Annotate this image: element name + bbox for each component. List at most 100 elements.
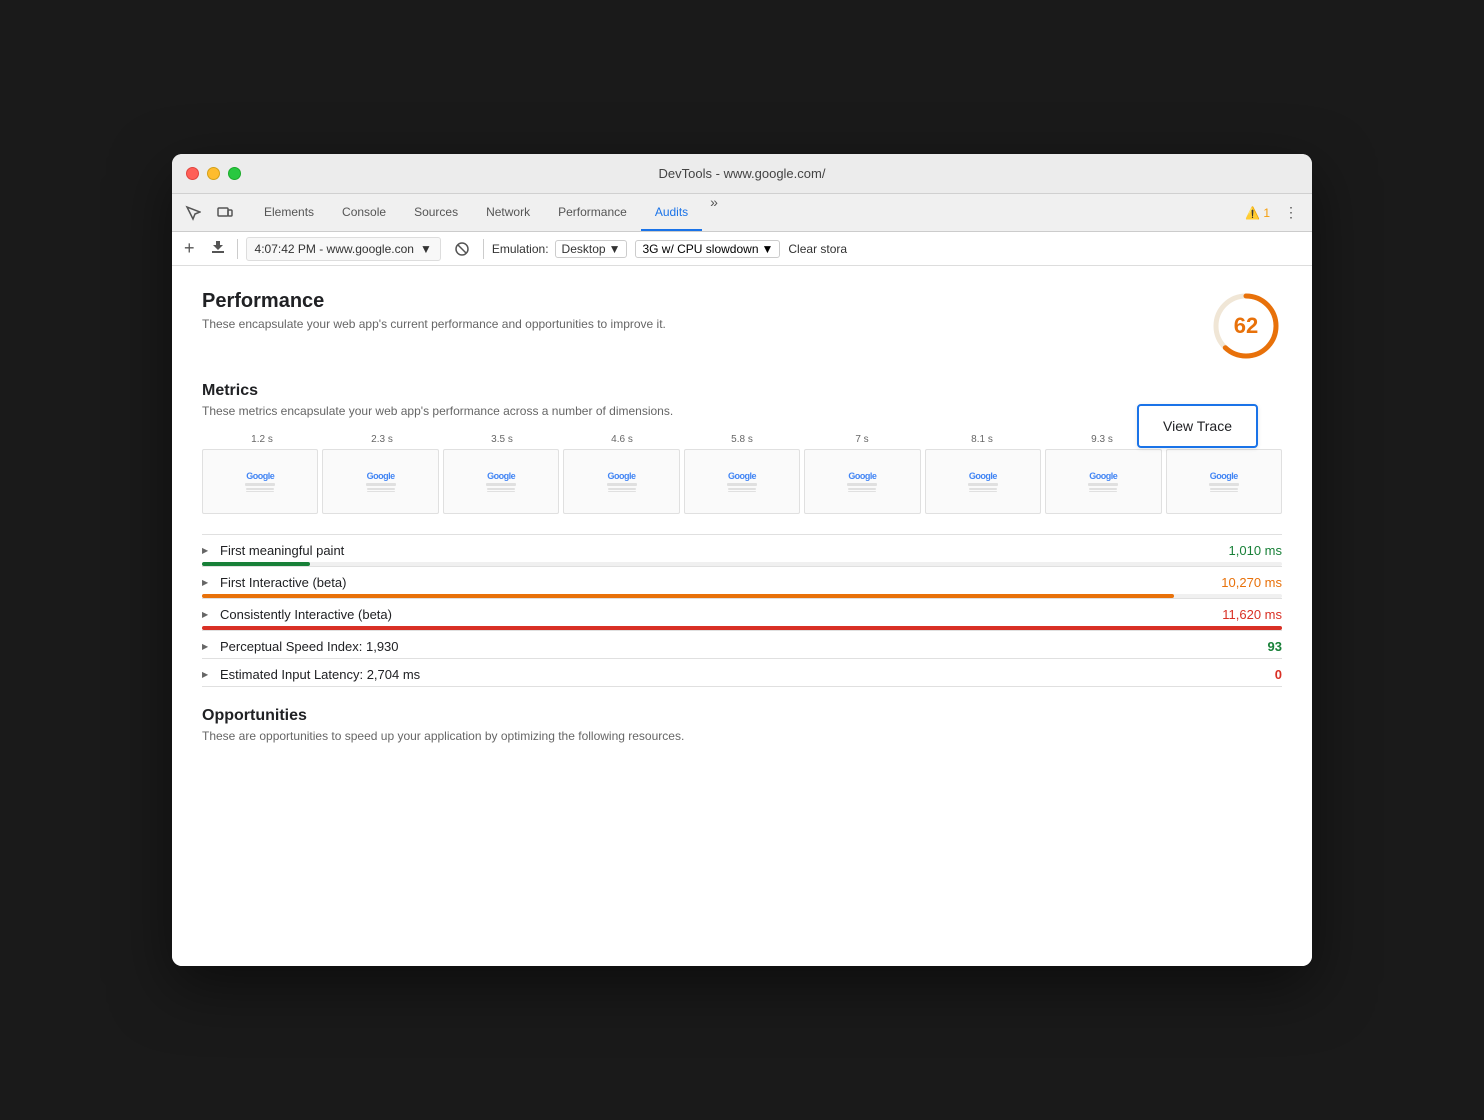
tabs-list: Elements Console Sources Network Perform… [250, 194, 1245, 231]
metric-first-interactive: ▶ First Interactive (beta) 10,270 ms [202, 567, 1282, 599]
frame-9: Google [1166, 449, 1282, 514]
metric-name-2: First Interactive (beta) [220, 575, 1213, 590]
frame-6: Google [804, 449, 920, 514]
devtools-tab-bar: Elements Console Sources Network Perform… [172, 194, 1312, 232]
emulation-section: Emulation: Desktop ▼ [492, 240, 628, 258]
metric-perceptual-speed: ▶ Perceptual Speed Index: 1,930 93 [202, 631, 1282, 659]
tab-elements[interactable]: Elements [250, 194, 328, 231]
titlebar: DevTools - www.google.com/ [172, 154, 1312, 194]
maximize-button[interactable] [228, 167, 241, 180]
metric-first-meaningful-paint: ▶ First meaningful paint 1,010 ms [202, 535, 1282, 567]
clear-storage-section: Clear stora [788, 242, 847, 256]
warning-badge: ⚠️ 1 [1245, 206, 1270, 220]
metric-expand-icon-2[interactable]: ▶ [202, 578, 212, 587]
metric-expand-icon-3[interactable]: ▶ [202, 610, 212, 619]
time-6: 7 s [802, 434, 922, 445]
opportunities-description: These are opportunities to speed up your… [202, 729, 1282, 743]
metric-name-3: Consistently Interactive (beta) [220, 607, 1214, 622]
metric-expand-icon-5[interactable]: ▶ [202, 670, 212, 679]
metric-value: 1,010 ms [1229, 543, 1282, 558]
toolbar-separator [237, 239, 238, 259]
performance-description: These encapsulate your web app's current… [202, 317, 666, 331]
metrics-list: ▶ First meaningful paint 1,010 ms ▶ Firs… [202, 534, 1282, 687]
metric-bar [202, 562, 1282, 566]
url-text: 4:07:42 PM - www.google.con [255, 242, 414, 256]
network-dropdown[interactable]: 3G w/ CPU slowdown ▼ [635, 240, 780, 258]
tab-audits[interactable]: Audits [641, 194, 702, 231]
device-dropdown[interactable]: Desktop ▼ [555, 240, 628, 258]
time-3: 3.5 s [442, 434, 562, 445]
add-button[interactable]: + [180, 236, 199, 261]
more-tabs-button[interactable]: » [702, 194, 726, 231]
time-7: 8.1 s [922, 434, 1042, 445]
block-icon[interactable] [449, 236, 475, 262]
metrics-title: Metrics [202, 382, 1282, 400]
tab-right-area: ⚠️ 1 ⋮ [1245, 200, 1304, 226]
metric-value-2: 10,270 ms [1221, 575, 1282, 590]
url-display[interactable]: 4:07:42 PM - www.google.con ▼ [246, 237, 441, 261]
performance-header: Performance These encapsulate your web a… [202, 290, 1282, 362]
frame-2: Google [322, 449, 438, 514]
bar-fill [202, 562, 310, 566]
devtools-window: DevTools - www.google.com/ Elements Cons… [172, 154, 1312, 966]
metrics-section: Metrics These metrics encapsulate your w… [202, 382, 1282, 687]
warning-count: 1 [1263, 206, 1270, 220]
metric-score-4: 93 [1252, 639, 1282, 654]
performance-title: Performance [202, 290, 666, 313]
metric-name-4: Perceptual Speed Index: 1,930 [220, 639, 1244, 654]
tab-network[interactable]: Network [472, 194, 544, 231]
tab-icons [180, 200, 238, 226]
score-circle: 62 [1210, 290, 1282, 362]
filmstrip: 1.2 s 2.3 s 3.5 s 4.6 s 5.8 s 7 s 8.1 s … [202, 434, 1282, 514]
frame-8: Google [1045, 449, 1161, 514]
clear-storage-text: Clear stora [788, 242, 847, 256]
filmstrip-times: 1.2 s 2.3 s 3.5 s 4.6 s 5.8 s 7 s 8.1 s … [202, 434, 1282, 445]
metric-bar-2 [202, 594, 1282, 598]
filmstrip-frames: Google Google [202, 449, 1282, 514]
performance-title-block: Performance These encapsulate your web a… [202, 290, 666, 331]
frame-7: Google [925, 449, 1041, 514]
toolbar: + 4:07:42 PM - www.google.con ▼ Emulatio… [172, 232, 1312, 266]
opportunities-section: Opportunities These are opportunities to… [202, 707, 1282, 743]
metric-expand-icon[interactable]: ▶ [202, 546, 212, 555]
frame-3: Google [443, 449, 559, 514]
bar-fill-3 [202, 626, 1282, 630]
close-button[interactable] [186, 167, 199, 180]
bar-fill-2 [202, 594, 1174, 598]
frame-4: Google [563, 449, 679, 514]
metric-input-latency: ▶ Estimated Input Latency: 2,704 ms 0 [202, 659, 1282, 687]
network-chevron-icon: ▼ [762, 242, 774, 256]
metric-bar-3 [202, 626, 1282, 630]
time-5: 5.8 s [682, 434, 802, 445]
device-icon[interactable] [212, 200, 238, 226]
time-2: 2.3 s [322, 434, 442, 445]
metric-value-3: 11,620 ms [1222, 607, 1282, 622]
score-number: 62 [1234, 313, 1258, 339]
metric-expand-icon-4[interactable]: ▶ [202, 642, 212, 651]
inspect-icon[interactable] [180, 200, 206, 226]
frame-1: Google [202, 449, 318, 514]
main-content: Performance These encapsulate your web a… [172, 266, 1312, 966]
time-4: 4.6 s [562, 434, 682, 445]
tab-console[interactable]: Console [328, 194, 400, 231]
chevron-down-icon: ▼ [609, 242, 621, 256]
tab-performance[interactable]: Performance [544, 194, 641, 231]
warning-icon: ⚠️ [1245, 206, 1260, 220]
window-title: DevTools - www.google.com/ [659, 166, 826, 181]
opportunities-title: Opportunities [202, 707, 1282, 725]
traffic-lights [186, 167, 241, 180]
tab-sources[interactable]: Sources [400, 194, 472, 231]
time-1: 1.2 s [202, 434, 322, 445]
url-dropdown-icon[interactable]: ▼ [420, 242, 432, 256]
toolbar-separator-2 [483, 239, 484, 259]
view-trace-button[interactable]: View Trace [1137, 404, 1258, 448]
metric-score-5: 0 [1252, 667, 1282, 682]
frame-5: Google [684, 449, 800, 514]
download-icon[interactable] [207, 236, 229, 261]
metric-name: First meaningful paint [220, 543, 1221, 558]
more-options-icon[interactable]: ⋮ [1278, 200, 1304, 226]
metrics-description: These metrics encapsulate your web app's… [202, 404, 1282, 418]
minimize-button[interactable] [207, 167, 220, 180]
metric-name-5: Estimated Input Latency: 2,704 ms [220, 667, 1244, 682]
metric-consistently-interactive: ▶ Consistently Interactive (beta) 11,620… [202, 599, 1282, 631]
